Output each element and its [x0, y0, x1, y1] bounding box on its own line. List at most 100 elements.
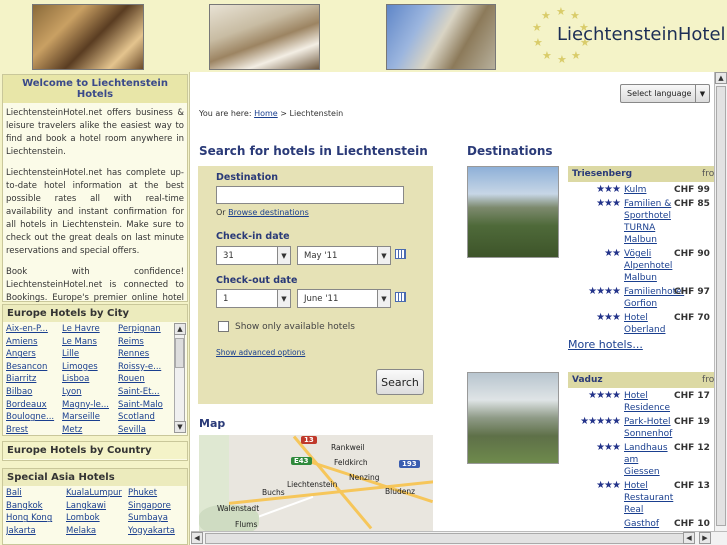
- europe-country-title[interactable]: Europe Hotels by Country: [3, 442, 187, 459]
- city-link[interactable]: Lille: [62, 349, 118, 361]
- city-link[interactable]: Aix-en-P...: [6, 324, 62, 336]
- city-link[interactable]: Reims: [118, 337, 174, 349]
- hotel-row: ★★★ Hotel Oberland CHF 70: [568, 310, 727, 336]
- more-hotels-link[interactable]: More hotels...: [568, 338, 643, 351]
- search-button[interactable]: Search: [376, 369, 424, 395]
- available-only-checkbox[interactable]: [218, 321, 229, 332]
- browse-destinations-link[interactable]: Browse destinations: [228, 208, 309, 217]
- site-logo[interactable]: LiechtensteinHotel.n: [557, 24, 727, 45]
- scroll-up-icon[interactable]: ▲: [715, 72, 727, 84]
- scroll-left-icon[interactable]: ◀: [191, 532, 203, 544]
- city-link[interactable]: Limoges: [62, 362, 118, 374]
- hotel-row: ★★★★★ Park-Hotel Sonnenhof CHF 19: [568, 414, 727, 440]
- destination-city-name[interactable]: Vaduz: [572, 375, 603, 385]
- hotel-name-link[interactable]: Familien & Sporthotel TURNA Malbun: [624, 198, 674, 246]
- city-link[interactable]: Le Havre: [62, 324, 118, 336]
- hotel-row: ★★★ Familien & Sporthotel TURNA Malbun CHF…: [568, 196, 727, 246]
- city-link[interactable]: Yogyakarta: [128, 526, 187, 538]
- city-link[interactable]: Phuket: [128, 488, 187, 500]
- city-link[interactable]: Hong Kong: [6, 513, 66, 525]
- hotel-name-link[interactable]: Kulm: [624, 184, 674, 196]
- vertical-scrollbar[interactable]: ▲: [714, 72, 727, 532]
- welcome-title: Welcome to Liechtenstein Hotels: [3, 75, 187, 103]
- hotel-name-link[interactable]: Gasthof: [624, 518, 674, 530]
- city-link[interactable]: Bordeaux: [6, 400, 62, 412]
- map-label-nenzing: Nenzing: [349, 473, 380, 482]
- city-link[interactable]: Jakarta: [6, 526, 66, 538]
- city-link[interactable]: Bilbao: [6, 387, 62, 399]
- calendar-icon[interactable]: [395, 249, 406, 259]
- hotel-lobby-photo-icon: [32, 4, 144, 70]
- checkout-month-select[interactable]: June '11 ▼: [297, 289, 391, 308]
- hotel-price: CHF 10: [674, 519, 710, 529]
- city-link[interactable]: Roissy-e...: [118, 362, 174, 374]
- advanced-options-link[interactable]: Show advanced options: [216, 348, 305, 357]
- scroll-left-icon[interactable]: ◀: [683, 532, 695, 544]
- scroll-down-icon[interactable]: ▼: [174, 421, 186, 433]
- city-link[interactable]: Saint-Et...: [118, 387, 174, 399]
- hotel-row: ★★★★ Hotel Residence CHF 17: [568, 388, 727, 414]
- checkin-day-value: 31: [223, 250, 234, 261]
- breadcrumb-home-link[interactable]: Home: [254, 109, 278, 118]
- city-link[interactable]: Saint-Malo: [118, 400, 174, 412]
- city-link[interactable]: Singapore: [128, 501, 187, 513]
- city-link[interactable]: Melaka: [66, 526, 128, 538]
- checkout-label: Check-out date: [216, 275, 298, 286]
- city-link[interactable]: Le Mans: [62, 337, 118, 349]
- star-rating-icon: ★★★: [596, 184, 621, 195]
- city-link[interactable]: Bangkok: [6, 501, 66, 513]
- checkout-day-select[interactable]: 1 ▼: [216, 289, 291, 308]
- triesenberg-photo-icon[interactable]: [467, 166, 559, 258]
- horizontal-scrollbar[interactable]: ◀ ◀ ▶: [191, 531, 727, 545]
- star-rating-icon: ★★: [604, 248, 621, 259]
- city-link[interactable]: Rennes: [118, 349, 174, 361]
- europe-country-box[interactable]: Europe Hotels by Country: [2, 441, 188, 461]
- hotel-name-link[interactable]: Familienhotel Gorfion: [624, 286, 684, 310]
- city-link[interactable]: KualaLumpur: [66, 488, 128, 500]
- city-link[interactable]: Scotland: [118, 412, 174, 424]
- checkin-day-select[interactable]: 31 ▼: [216, 246, 291, 265]
- city-link[interactable]: Langkawi: [66, 501, 128, 513]
- city-link[interactable]: Marseille: [62, 412, 118, 424]
- city-link[interactable]: Angers: [6, 349, 62, 361]
- vaduz-photo-icon[interactable]: [467, 372, 559, 464]
- city-link[interactable]: Metz: [62, 425, 118, 435]
- scroll-right-icon[interactable]: ▶: [699, 532, 711, 544]
- hotel-name-link[interactable]: Landhaus am Giessen: [624, 442, 674, 478]
- city-link[interactable]: Perpignan: [118, 324, 174, 336]
- map-shield-13: 13: [301, 436, 317, 444]
- asia-box: Special Asia Hotels Bali KualaLumpur Phuke…: [2, 468, 188, 545]
- hotel-name-link[interactable]: Hotel Residence: [624, 390, 674, 414]
- destination-city-name[interactable]: Triesenberg: [572, 169, 632, 179]
- hotel-row: ★★★ Kulm CHF 99: [568, 182, 727, 196]
- hotel-price: CHF 90: [674, 249, 710, 259]
- city-link[interactable]: Lyon: [62, 387, 118, 399]
- welcome-paragraph-2: LiechtensteinHotel.net has complete up-t…: [6, 168, 184, 256]
- calendar-icon[interactable]: [395, 292, 406, 302]
- city-link[interactable]: Lisboa: [62, 374, 118, 386]
- city-link[interactable]: Besancon: [6, 362, 62, 374]
- map-view[interactable]: 13 E43 193 Rankweil Feldkirch Nenzing Li…: [199, 435, 433, 545]
- scroll-up-icon[interactable]: ▲: [174, 323, 186, 335]
- hotel-name-link[interactable]: Hotel Restaurant Real: [624, 480, 674, 516]
- destination-input[interactable]: [216, 186, 404, 204]
- city-list-scrollbar[interactable]: ▲ ▼: [174, 323, 186, 433]
- city-link[interactable]: Magny-le...: [62, 400, 118, 412]
- language-select[interactable]: Select language ▼: [620, 84, 710, 103]
- city-link[interactable]: Lombok: [66, 513, 128, 525]
- checkin-month-select[interactable]: May '11 ▼: [297, 246, 391, 265]
- search-form: Destination Or Browse destinations Check…: [198, 166, 433, 404]
- city-link[interactable]: Brest: [6, 425, 62, 435]
- star-rating-icon: ★★★: [596, 198, 621, 209]
- city-link[interactable]: Biarritz: [6, 374, 62, 386]
- city-link[interactable]: Amiens: [6, 337, 62, 349]
- city-link[interactable]: Boulogne...: [6, 412, 62, 424]
- city-link[interactable]: Sevilla: [118, 425, 174, 435]
- city-link[interactable]: Bali: [6, 488, 66, 500]
- city-link[interactable]: Rouen: [118, 374, 174, 386]
- city-link[interactable]: Sumbaya: [128, 513, 187, 525]
- hotel-name-link[interactable]: Hotel Oberland: [624, 312, 674, 336]
- browse-row: Or Browse destinations: [216, 208, 309, 217]
- hotel-name-link[interactable]: Park-Hotel Sonnenhof: [624, 416, 674, 440]
- hotel-name-link[interactable]: Vögeli Alpenhotel Malbun: [624, 248, 674, 284]
